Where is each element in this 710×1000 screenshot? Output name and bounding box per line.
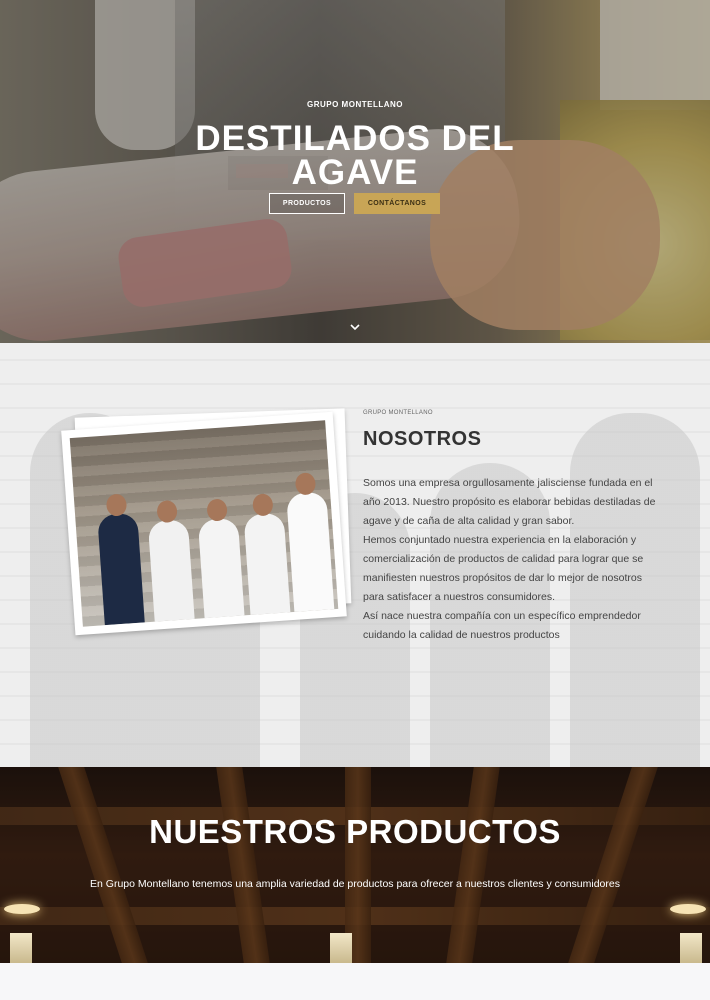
about-eyebrow: GRUPO MONTELLANO [363,410,433,416]
products-overlay [0,767,710,963]
hero-title: DESTILADOS DEL AGAVE [0,121,710,192]
about-title: NOSOTROS [363,428,482,450]
about-paragraph: Así nace nuestra compañía con un específ… [363,610,641,641]
products-bg-lamp [680,933,702,963]
products-subtitle: En Grupo Montellano tenemos una amplia v… [90,878,620,890]
next-section-top [0,963,710,1000]
products-bg-lamp [330,933,352,963]
hero-eyebrow: GRUPO MONTELLANO [307,100,403,109]
lamp-icon [4,904,40,914]
products-button[interactable]: PRODUCTOS [269,193,345,214]
about-paragraph: Somos una empresa orgullosamente jalisci… [363,477,656,527]
products-section: NUESTROS PRODUCTOS En Grupo Montellano t… [0,767,710,963]
about-text: Somos una empresa orgullosamente jalisci… [363,474,661,645]
about-section: GRUPO MONTELLANO NOSOTROS Somos una empr… [0,343,710,767]
lamp-icon [670,904,706,914]
products-title: NUESTROS PRODUCTOS [149,813,561,850]
chevron-down-icon[interactable] [348,321,362,335]
about-paragraph: Hemos conjuntado nuestra experiencia en … [363,534,644,603]
products-bg-lamp [10,933,32,963]
hero-title-line2: AGAVE [291,153,419,192]
hero-section: GRUPO MONTELLANO DESTILADOS DEL AGAVE PR… [0,0,710,343]
contact-button[interactable]: CONTÁCTANOS [354,193,440,214]
team-photo [61,411,347,636]
